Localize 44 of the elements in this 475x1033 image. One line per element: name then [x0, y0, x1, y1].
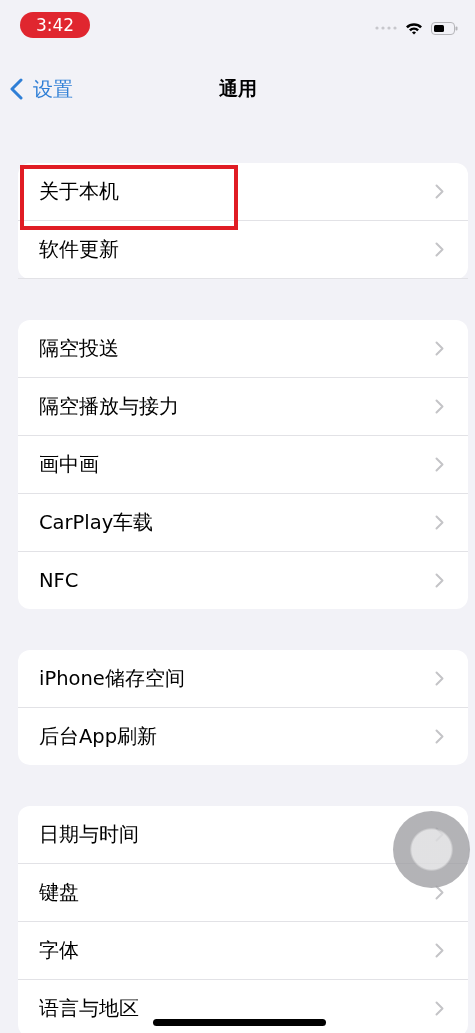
chevron-right-icon: [435, 399, 444, 414]
signal-icon: [375, 26, 397, 30]
row-label: 语言与地区: [39, 996, 139, 1022]
settings-row[interactable]: 隔空投送: [18, 320, 468, 378]
settings-row[interactable]: CarPlay车载: [18, 494, 468, 552]
chevron-right-icon: [435, 457, 444, 472]
chevron-right-icon: [435, 943, 444, 958]
row-label: NFC: [39, 569, 79, 592]
chevron-left-icon: [10, 78, 23, 100]
chevron-right-icon: [435, 671, 444, 686]
row-label: 隔空播放与接力: [39, 394, 179, 420]
row-label: iPhone储存空间: [39, 666, 185, 692]
row-label: 隔空投送: [39, 336, 119, 362]
settings-row[interactable]: 隔空播放与接力: [18, 378, 468, 436]
settings-row[interactable]: 关于本机: [18, 163, 468, 221]
status-time: 3:42: [20, 12, 91, 38]
row-label: 后台App刷新: [39, 724, 158, 750]
chevron-right-icon: [435, 242, 444, 257]
settings-row[interactable]: 后台App刷新: [18, 708, 468, 765]
row-label: 字体: [39, 938, 79, 964]
chevron-right-icon: [435, 184, 444, 199]
nav-title: 通用: [218, 76, 257, 101]
battery-icon: [431, 21, 458, 35]
settings-row[interactable]: 软件更新: [18, 221, 468, 279]
settings-row[interactable]: 画中画: [18, 436, 468, 494]
chevron-right-icon: [435, 1001, 444, 1016]
chevron-right-icon: [435, 729, 444, 744]
wifi-icon: [405, 21, 423, 35]
settings-row[interactable]: 语言与地区: [18, 980, 468, 1033]
row-label: CarPlay车载: [39, 510, 154, 536]
chevron-right-icon: [435, 341, 444, 356]
back-button[interactable]: 设置: [0, 75, 73, 103]
chevron-right-icon: [435, 515, 444, 530]
row-label: 键盘: [39, 880, 79, 906]
chevron-right-icon: [435, 573, 444, 588]
row-label: 关于本机: [39, 179, 119, 205]
back-label: 设置: [33, 75, 73, 103]
settings-row[interactable]: 字体: [18, 922, 468, 980]
chevron-right-icon: [435, 885, 444, 900]
row-label: 画中画: [39, 452, 99, 478]
settings-row[interactable]: NFC: [18, 552, 468, 609]
row-label: 软件更新: [39, 237, 119, 263]
row-label: 日期与时间: [39, 822, 139, 848]
settings-row[interactable]: iPhone储存空间: [18, 650, 468, 708]
